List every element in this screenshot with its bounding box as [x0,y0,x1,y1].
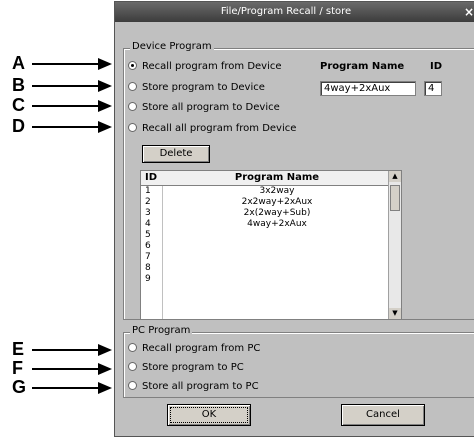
recall-store-dialog: File/Program Recall / store × Device Pro… [114,1,474,437]
radio-button[interactable] [128,60,137,70]
radio-store-to-device[interactable]: Store program to Device [128,81,265,96]
callout-b: B [12,75,122,95]
row-name: 2x(2way+Sub) [243,208,311,218]
row-id: 7 [145,252,151,262]
row-id: 4 [145,219,151,229]
radio-label: Recall program from PC [142,343,261,354]
arrow-right-icon [98,100,112,112]
row-id: 8 [145,263,151,273]
radio-label: Recall all program from Device [142,123,297,134]
program-name-label: Program Name [320,61,405,72]
radio-recall-from-pc[interactable]: Recall program from PC [128,342,261,357]
arrow-right-icon [98,121,112,133]
callout-d: D [12,116,122,136]
row-id: 1 [145,186,151,196]
radio-label: Store program to Device [142,82,265,93]
callout-c: C [12,95,122,115]
cancel-button[interactable]: Cancel [341,404,425,426]
callout-e: E [12,339,122,359]
row-name: 2x2way+2xAux [241,197,313,207]
radio-store-all-to-pc[interactable]: Store all program to PC [128,380,259,395]
arrow-right-icon [98,58,112,70]
pc-program-legend: PC Program [130,325,193,336]
callout-letter: C [12,95,25,115]
id-label: ID [430,61,443,72]
pc-program-group: PC Program Recall program from PC Store … [123,325,474,398]
callout-letter: E [12,339,25,359]
scroll-up-icon[interactable]: ▲ [389,171,401,182]
callout-letter: B [12,75,25,95]
delete-button[interactable]: Delete [142,145,210,163]
radio-label: Store all program to PC [142,381,259,392]
header-program-name: Program Name [234,172,320,183]
row-id: 3 [145,208,151,218]
title-bar[interactable]: File/Program Recall / store × [115,2,474,22]
radio-recall-from-device[interactable]: Recall program from Device [128,60,282,75]
callout-a: A [12,53,122,73]
arrow-line [32,349,100,351]
radio-label: Store all program to Device [142,102,280,113]
callout-f: F [12,358,122,378]
radio-button[interactable] [128,342,137,352]
radio-recall-all-from-device[interactable]: Recall all program from Device [128,122,297,137]
radio-label: Store program to PC [142,362,244,373]
arrow-right-icon [98,363,112,375]
row-id: 6 [145,241,151,251]
callout-letter: A [12,53,25,73]
arrow-right-icon [98,382,112,394]
radio-label: Recall program from Device [142,61,282,72]
table-row[interactable]: 4 4way+2xAux [141,219,389,230]
table-row[interactable]: 3 2x(2way+Sub) [141,208,389,219]
arrow-line [32,105,100,107]
radio-button[interactable] [128,361,137,371]
radio-button[interactable] [128,101,137,111]
table-row[interactable]: 9 [141,274,389,285]
callout-g: G [12,377,122,397]
row-id: 9 [145,274,151,284]
table-row[interactable]: 2 2x2way+2xAux [141,197,389,208]
close-icon[interactable]: × [461,4,474,20]
callout-letter: D [12,116,25,136]
radio-button[interactable] [128,81,137,91]
arrow-line [32,63,100,65]
table-row[interactable]: 7 [141,252,389,263]
table-header: ID Program Name [141,171,389,186]
arrow-right-icon [98,344,112,356]
row-name: 3x2way [259,186,295,196]
callout-letter: F [12,358,23,378]
table-row[interactable]: 6 [141,241,389,252]
program-table[interactable]: ID Program Name 1 3x2way 2 2x2way+2xAux 32… [140,170,402,320]
arrow-line [32,387,100,389]
row-id: 5 [145,230,151,240]
table-row[interactable]: 1 3x2way [141,186,389,197]
arrow-line [32,85,100,87]
radio-button[interactable] [128,122,137,132]
radio-button[interactable] [128,380,137,390]
dialog-title: File/Program Recall / store [220,6,352,17]
id-field[interactable]: 4 [424,81,442,96]
arrow-line [32,126,100,128]
row-name: 4way+2xAux [247,219,307,229]
scroll-thumb[interactable] [390,185,400,211]
scroll-down-icon[interactable]: ▼ [389,308,401,319]
radio-store-to-pc[interactable]: Store program to PC [128,361,244,376]
device-program-legend: Device Program [130,41,214,52]
program-name-field[interactable]: 4way+2xAux [320,81,416,96]
arrow-line [32,368,100,370]
ok-button[interactable]: OK [167,404,251,426]
row-id: 2 [145,197,151,207]
table-row[interactable]: 8 [141,263,389,274]
arrow-right-icon [98,80,112,92]
radio-store-all-to-device[interactable]: Store all program to Device [128,101,280,116]
header-id: ID [145,172,158,183]
vertical-scrollbar[interactable]: ▲ ▼ [388,171,401,319]
callout-letter: G [12,377,27,397]
table-row[interactable]: 5 [141,230,389,241]
